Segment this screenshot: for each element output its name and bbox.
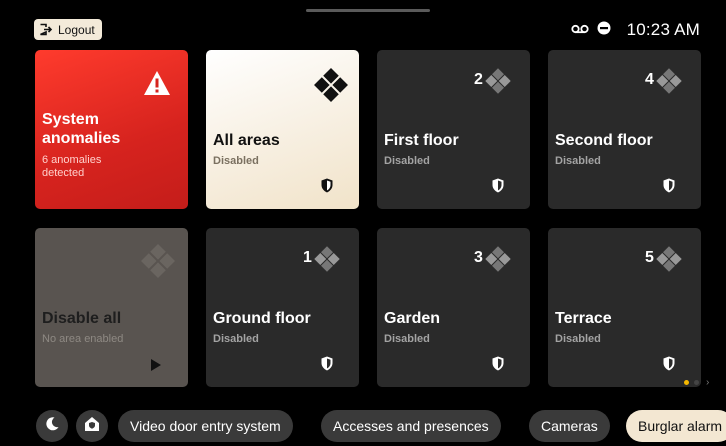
bottom-nav: Video door entry system Accesses and pre… <box>0 410 726 442</box>
clock: 10:23 AM <box>626 20 700 39</box>
tile-first-floor[interactable]: 2 First floor Disabled <box>377 50 530 209</box>
pill-accesses-presences[interactable]: Accesses and presences <box>321 410 501 442</box>
diamond-grid-icon <box>485 68 511 99</box>
tile-ground-floor[interactable]: 1 Ground floor Disabled <box>206 228 359 387</box>
moon-icon <box>44 416 60 437</box>
area-number: 4 <box>645 71 654 88</box>
pill-video-door-entry[interactable]: Video door entry system <box>118 410 293 442</box>
area-number: 1 <box>303 249 312 266</box>
tile-subtitle: Disabled <box>213 155 259 167</box>
tile-system-anomalies[interactable]: System anomalies 6 anomalies detected <box>35 50 188 209</box>
voicemail-icon <box>570 21 589 39</box>
area-number: 3 <box>474 249 483 266</box>
tile-title: Garden <box>384 310 441 327</box>
tile-title: Terrace <box>555 310 612 327</box>
diamond-grid-icon <box>314 68 348 107</box>
page-dot[interactable] <box>694 380 699 385</box>
tile-title: All areas <box>213 132 280 149</box>
tile-subtitle: Disabled <box>555 333 601 345</box>
logout-icon <box>39 23 53 36</box>
tile-disable-all[interactable]: Disable all No area enabled <box>35 228 188 387</box>
diamond-grid-icon <box>314 246 340 277</box>
pill-burglar-alarm[interactable]: Burglar alarm <box>626 410 726 442</box>
tile-title: Disable all <box>42 310 122 327</box>
logout-label: Logout <box>58 22 95 37</box>
top-drag-handle[interactable] <box>306 9 430 12</box>
tile-title: First floor <box>384 132 459 149</box>
shield-icon <box>321 178 333 198</box>
tile-title: Second floor <box>555 132 653 149</box>
tile-subtitle: Disabled <box>213 333 259 345</box>
diamond-grid-icon <box>656 246 682 277</box>
tile-subtitle: Disabled <box>384 155 430 167</box>
area-number: 2 <box>474 71 483 88</box>
tile-subtitle: Disabled <box>384 333 430 345</box>
shield-icon <box>492 178 504 198</box>
night-mode-button[interactable] <box>36 410 68 442</box>
logout-button[interactable]: Logout <box>34 19 102 40</box>
diamond-grid-icon <box>656 68 682 99</box>
shield-icon <box>321 356 333 376</box>
tile-subtitle: No area enabled <box>42 333 124 345</box>
diamond-grid-icon <box>485 246 511 277</box>
home-alarm-icon <box>84 416 100 437</box>
home-alarm-button[interactable] <box>76 410 108 442</box>
diamond-grid-icon <box>141 244 175 283</box>
tile-all-areas[interactable]: All areas Disabled <box>206 50 359 209</box>
shield-icon <box>663 178 675 198</box>
play-icon <box>151 358 161 376</box>
tile-garden[interactable]: 3 Garden Disabled <box>377 228 530 387</box>
tile-title: Ground floor <box>213 310 311 327</box>
pill-cameras[interactable]: Cameras <box>529 410 610 442</box>
tile-title: System anomalies <box>42 111 121 147</box>
tile-second-floor[interactable]: 4 Second floor Disabled <box>548 50 701 209</box>
area-number: 5 <box>645 249 654 266</box>
tile-terrace[interactable]: 5 Terrace Disabled <box>548 228 701 387</box>
warning-icon <box>143 70 171 101</box>
tile-subtitle: 6 anomalies detected <box>42 154 102 179</box>
tile-subtitle: Disabled <box>555 155 601 167</box>
chevron-right-icon[interactable]: › <box>706 377 709 388</box>
status-bar: 10:23 AM <box>570 19 700 41</box>
page-indicator[interactable]: › <box>684 377 709 388</box>
page-dot-active[interactable] <box>684 380 689 385</box>
do-not-disturb-icon <box>597 21 611 40</box>
shield-icon <box>492 356 504 376</box>
shield-icon <box>663 356 675 376</box>
